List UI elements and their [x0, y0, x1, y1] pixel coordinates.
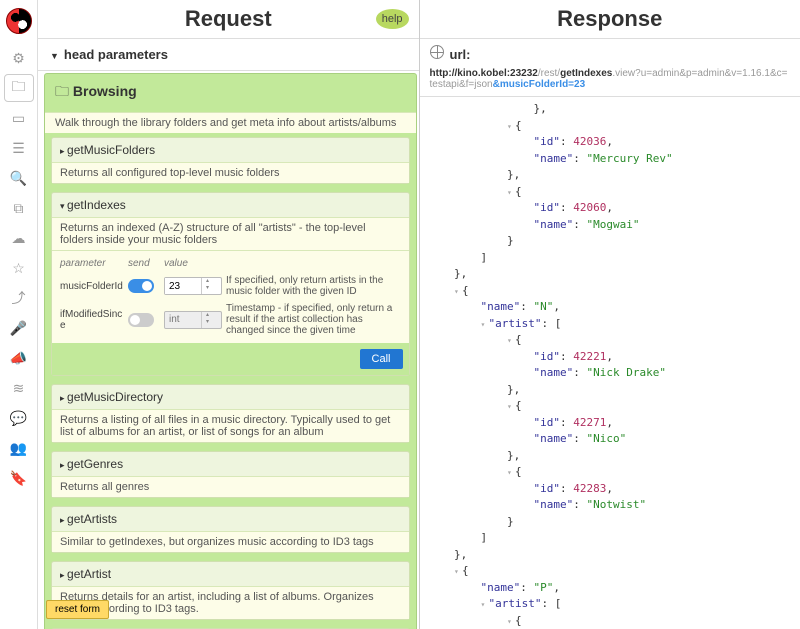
- list-icon[interactable]: ☰: [4, 134, 34, 162]
- share-icon[interactable]: ⤴: [4, 284, 34, 312]
- help-button[interactable]: help: [376, 9, 409, 29]
- param-row: musicFolderId ▴▾ If specified, only retu…: [60, 272, 401, 300]
- media-icon[interactable]: ⧉: [4, 194, 34, 222]
- call-button[interactable]: Call: [360, 349, 403, 369]
- url-value: http://kino.kobel:23232/rest/getIndexes.…: [430, 68, 791, 90]
- endpoint-desc: Returns all configured top-level music f…: [52, 162, 409, 183]
- chat-icon[interactable]: 💬: [4, 404, 34, 432]
- endpoint-desc: Returns an indexed (A-Z) structure of al…: [52, 217, 409, 250]
- endpoint-getartists: getArtists Similar to getIndexes, but or…: [51, 506, 410, 553]
- param-name: musicFolderId: [60, 281, 124, 292]
- param-name: ifModifiedSince: [60, 309, 124, 331]
- send-toggle[interactable]: [128, 313, 154, 327]
- request-panel: Request help head parameters Browsing Wa…: [38, 0, 420, 629]
- endpoint-header[interactable]: getMusicDirectory: [52, 385, 409, 409]
- search-icon[interactable]: 🔍: [4, 164, 34, 192]
- reset-form-button[interactable]: reset form: [46, 600, 109, 619]
- mic-icon[interactable]: 🎤: [4, 314, 34, 342]
- param-help: Timestamp - if specified, only return a …: [226, 303, 401, 336]
- globe-icon: [430, 45, 444, 59]
- megaphone-icon[interactable]: 📣: [4, 344, 34, 372]
- endpoint-desc: Returns all genres: [52, 476, 409, 497]
- endpoint-getmusicfolders: getMusicFolders Returns all configured t…: [51, 137, 410, 184]
- endpoint-header[interactable]: getArtists: [52, 507, 409, 531]
- browsing-group: Browsing Walk through the library folder…: [44, 73, 417, 629]
- spinner-icon[interactable]: ▴▾: [201, 278, 213, 294]
- param-row: ifModifiedSince ▴▾ Timestamp - if specif…: [60, 300, 401, 339]
- endpoint-desc: Returns a listing of all files in a musi…: [52, 409, 409, 442]
- send-toggle[interactable]: [128, 279, 154, 293]
- sidebar: ⚙ 🗀 ▭ ☰ 🔍 ⧉ ☁ ☆ ⤴ 🎤 📣 ≋ 💬 👥 🔖: [0, 0, 38, 629]
- col-param: parameter: [60, 258, 124, 269]
- endpoint-getmusicdirectory: getMusicDirectory Returns a listing of a…: [51, 384, 410, 443]
- endpoint-header[interactable]: getMusicFolders: [52, 138, 409, 162]
- spinner-icon[interactable]: ▴▾: [201, 312, 213, 328]
- col-value: value: [164, 258, 222, 269]
- response-panel: Response url: http://kino.kobel:23232/re…: [420, 0, 800, 629]
- col-send: send: [128, 258, 160, 269]
- app-logo: [6, 8, 32, 34]
- group-title[interactable]: Browsing: [45, 74, 416, 112]
- response-title: Response: [557, 6, 662, 32]
- endpoint-header[interactable]: getIndexes: [52, 193, 409, 217]
- group-desc: Walk through the library folders and get…: [45, 112, 416, 133]
- response-json: }, ▾{ "id": 42036, "name": "Mercury Rev"…: [420, 97, 800, 629]
- cloud-icon[interactable]: ☁: [4, 224, 34, 252]
- folder-icon[interactable]: 🗀: [4, 74, 34, 102]
- param-help: If specified, only return artists in the…: [226, 275, 401, 297]
- url-row: url: http://kino.kobel:23232/rest/getInd…: [420, 39, 800, 97]
- value-input[interactable]: ▴▾: [164, 277, 222, 295]
- endpoint-header[interactable]: getGenres: [52, 452, 409, 476]
- endpoint-header[interactable]: getArtist: [52, 562, 409, 586]
- users-icon[interactable]: 👥: [4, 434, 34, 462]
- endpoint-desc: Similar to getIndexes, but organizes mus…: [52, 531, 409, 552]
- url-label: url:: [450, 47, 471, 62]
- value-input[interactable]: ▴▾: [164, 311, 222, 329]
- gear-icon[interactable]: ⚙: [4, 44, 34, 72]
- wifi-icon[interactable]: ≋: [4, 374, 34, 402]
- head-parameters-section[interactable]: head parameters: [38, 39, 419, 71]
- params-table: parameter send value musicFolderId ▴▾ If…: [52, 250, 409, 343]
- book-icon[interactable]: ▭: [4, 104, 34, 132]
- request-title: Request: [185, 6, 272, 32]
- endpoint-getindexes: getIndexes Returns an indexed (A-Z) stru…: [51, 192, 410, 376]
- endpoint-getgenres: getGenres Returns all genres: [51, 451, 410, 498]
- star-icon[interactable]: ☆: [4, 254, 34, 282]
- bookmark-icon[interactable]: 🔖: [4, 464, 34, 492]
